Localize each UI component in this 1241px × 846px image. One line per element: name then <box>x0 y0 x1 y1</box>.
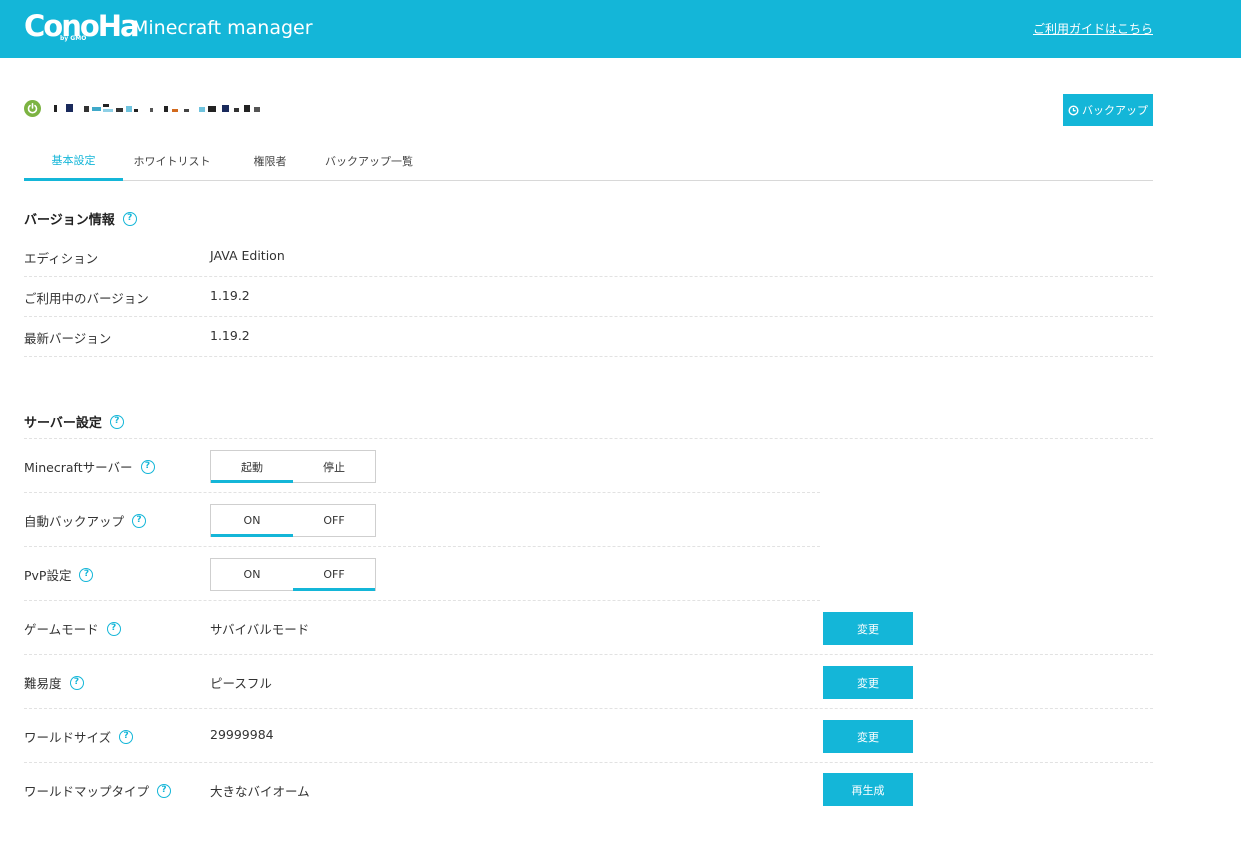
help-icon[interactable]: ? <box>132 513 147 528</box>
latest-version-label: 最新バージョン <box>24 331 112 346</box>
help-icon[interactable]: ? <box>122 211 137 226</box>
server-stop-option[interactable]: 停止 <box>293 451 375 482</box>
world-size-row: ワールドサイズ ? 29999984 変更 <box>24 709 1153 763</box>
app-title: Minecraft manager <box>132 17 313 39</box>
auto-backup-row: 自動バックアップ ? ON OFF <box>24 493 820 547</box>
auto-backup-label-text: 自動バックアップ <box>24 514 125 529</box>
pvp-label: PvP設定 ? <box>24 565 94 584</box>
server-start-option[interactable]: 起動 <box>211 451 293 483</box>
world-map-type-value: 大きなバイオーム <box>210 784 310 799</box>
game-mode-change-button[interactable]: 変更 <box>823 612 913 645</box>
world-map-type-row: ワールドマップタイプ ? 大きなバイオーム 再生成 <box>24 763 1153 817</box>
difficulty-label: 難易度 ? <box>24 673 84 692</box>
world-size-value: 29999984 <box>210 727 274 742</box>
edition-value: JAVA Edition <box>210 248 285 263</box>
difficulty-label-text: 難易度 <box>24 676 62 691</box>
version-row: 最新バージョン 1.19.2 <box>24 317 1153 357</box>
help-icon[interactable]: ? <box>157 783 172 798</box>
help-icon[interactable]: ? <box>109 414 124 429</box>
server-settings-heading: サーバー設定 ? <box>24 412 124 431</box>
pvp-off-option[interactable]: OFF <box>293 559 375 591</box>
pvp-on-option[interactable]: ON <box>211 559 293 590</box>
guide-link[interactable]: ご利用ガイドはこちら <box>1033 21 1153 37</box>
power-icon <box>24 100 41 117</box>
minecraft-server-row: Minecraftサーバー ? 起動 停止 <box>24 439 820 493</box>
auto-backup-toggle: ON OFF <box>210 504 376 537</box>
current-version-label: ご利用中のバージョン <box>24 291 149 306</box>
world-map-regenerate-button[interactable]: 再生成 <box>823 773 913 806</box>
tab-operators[interactable]: 権限者 <box>221 140 319 181</box>
latest-version-value: 1.19.2 <box>210 328 250 343</box>
pvp-toggle: ON OFF <box>210 558 376 591</box>
logo-subtext: by GMO <box>60 35 87 42</box>
version-info-title: バージョン情報 <box>24 213 115 228</box>
game-mode-label-text: ゲームモード <box>24 622 99 637</box>
current-version-value: 1.19.2 <box>210 288 250 303</box>
help-icon[interactable]: ? <box>106 621 121 636</box>
game-mode-label: ゲームモード ? <box>24 619 121 638</box>
edition-label: エディション <box>24 251 99 266</box>
backup-clock-icon <box>1068 104 1079 116</box>
difficulty-row: 難易度 ? ピースフル 変更 <box>24 655 1153 709</box>
game-mode-row: ゲームモード ? サバイバルモード 変更 <box>24 601 1153 655</box>
pvp-row: PvP設定 ? ON OFF <box>24 547 820 601</box>
auto-backup-label: 自動バックアップ ? <box>24 511 147 530</box>
minecraft-server-label: Minecraftサーバー ? <box>24 457 155 476</box>
help-icon[interactable]: ? <box>69 675 84 690</box>
world-map-type-label: ワールドマップタイプ ? <box>24 781 172 800</box>
server-settings-title: サーバー設定 <box>24 416 102 431</box>
help-icon[interactable]: ? <box>140 459 155 474</box>
pvp-label-text: PvP設定 <box>24 568 72 583</box>
game-mode-value: サバイバルモード <box>210 622 310 637</box>
backup-button-label: バックアップ <box>1082 104 1148 117</box>
version-row: エディション JAVA Edition <box>24 237 1153 277</box>
tab-whitelist[interactable]: ホワイトリスト <box>123 140 221 181</box>
app-header: ConoHa by GMO Minecraft manager ご利用ガイドはこ… <box>0 0 1241 58</box>
minecraft-server-toggle: 起動 停止 <box>210 450 376 483</box>
help-icon[interactable]: ? <box>79 567 94 582</box>
tab-backup-list[interactable]: バックアップ一覧 <box>319 140 419 181</box>
world-map-type-label-text: ワールドマップタイプ <box>24 784 150 799</box>
world-size-label: ワールドサイズ ? <box>24 727 134 746</box>
minecraft-server-label-text: Minecraftサーバー <box>24 460 133 475</box>
version-info-heading: バージョン情報 ? <box>24 209 137 228</box>
settings-tabs: 基本設定 ホワイトリスト 権限者 バックアップ一覧 <box>24 140 1153 181</box>
world-size-change-button[interactable]: 変更 <box>823 720 913 753</box>
difficulty-value: ピースフル <box>210 676 272 691</box>
difficulty-change-button[interactable]: 変更 <box>823 666 913 699</box>
world-size-label-text: ワールドサイズ <box>24 730 112 745</box>
help-icon[interactable]: ? <box>119 729 134 744</box>
version-row: ご利用中のバージョン 1.19.2 <box>24 277 1153 317</box>
backup-button[interactable]: バックアップ <box>1063 94 1153 126</box>
masked-server-name <box>54 104 260 112</box>
auto-backup-off-option[interactable]: OFF <box>293 505 375 536</box>
auto-backup-on-option[interactable]: ON <box>211 505 293 537</box>
tab-basic-settings[interactable]: 基本設定 <box>24 140 123 181</box>
